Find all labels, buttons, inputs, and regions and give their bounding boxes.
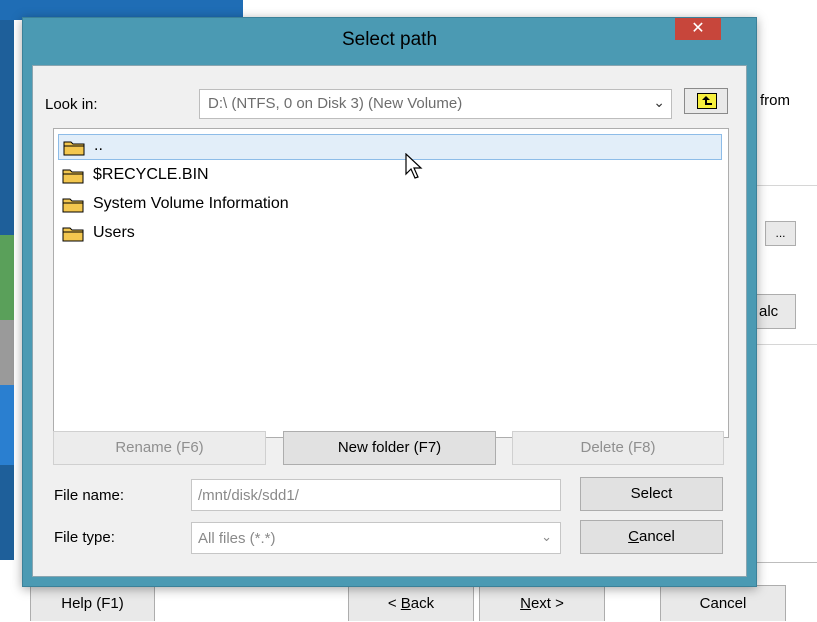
new-folder-button[interactable]: New folder (F7) — [283, 431, 496, 465]
cancel-button-accesskey: C — [628, 528, 639, 545]
folder-icon — [62, 198, 84, 213]
file-name: System Volume Information — [93, 195, 289, 212]
wizard-cancel-label: Cancel — [699, 595, 747, 612]
file-name: Users — [93, 224, 135, 241]
file-row-recycle-bin[interactable]: $RECYCLE.BIN — [58, 163, 722, 189]
back-button-accesskey: B — [400, 595, 411, 612]
next-button[interactable]: Next > — [479, 585, 605, 621]
select-button-label: Select — [630, 485, 673, 502]
background-from-text: from — [760, 92, 790, 109]
background-side-artwork — [0, 20, 14, 560]
file-row-users[interactable]: Users — [58, 221, 722, 247]
file-list[interactable]: .. $RECYCLE.BIN System Volume Informatio… — [53, 128, 729, 438]
rename-button-label: Rename (F6) — [115, 439, 204, 456]
close-icon: ✕ — [691, 20, 705, 37]
file-name-input[interactable]: /mnt/disk/sdd1/ — [191, 479, 561, 511]
help-button[interactable]: Help (F1) — [30, 585, 155, 621]
help-button-label: Help (F1) — [61, 595, 124, 612]
mouse-pointer-icon — [405, 153, 423, 179]
next-button-accesskey: N — [520, 595, 531, 612]
rename-button[interactable]: Rename (F6) — [53, 431, 266, 465]
folder-icon — [62, 169, 84, 184]
delete-button[interactable]: Delete (F8) — [512, 431, 724, 465]
file-type-value: All files (*.*) — [198, 530, 276, 547]
back-button[interactable]: < Back — [348, 585, 474, 621]
look-in-dropdown[interactable]: D:\ (NTFS, 0 on Disk 3) (New Volume) ⌄ — [199, 89, 672, 119]
file-name-value: /mnt/disk/sdd1/ — [198, 487, 299, 504]
dialog-titlebar[interactable]: Select path ✕ — [23, 18, 756, 64]
close-button[interactable]: ✕ — [675, 18, 721, 40]
cancel-button-label: ancel — [638, 528, 675, 545]
select-path-dialog: Select path ✕ Look in: D:\ (NTFS, 0 on D… — [22, 17, 757, 587]
background-divider — [756, 562, 817, 563]
up-folder-button[interactable] — [684, 88, 728, 114]
new-folder-button-label: New folder (F7) — [337, 439, 442, 456]
up-folder-icon — [697, 93, 717, 109]
delete-button-label: Delete (F8) — [580, 439, 656, 456]
file-type-dropdown[interactable]: All files (*.*) ⌄ — [191, 522, 561, 554]
back-button-label: ack — [410, 595, 435, 612]
file-row-parent[interactable]: .. — [58, 134, 722, 160]
file-row-system-volume-information[interactable]: System Volume Information — [58, 192, 722, 218]
chevron-down-icon: ⌄ — [541, 529, 552, 544]
look-in-label: Look in: — [45, 96, 98, 113]
file-type-label: File type: — [54, 529, 115, 546]
background-browse-button[interactable]: ... — [765, 221, 796, 246]
folder-icon — [63, 141, 85, 156]
background-calc-button[interactable]: alc — [756, 294, 796, 329]
next-button-label: ext > — [530, 595, 564, 612]
file-name-label: File name: — [54, 487, 125, 504]
cancel-button[interactable]: Cancel — [580, 520, 723, 554]
file-name: $RECYCLE.BIN — [93, 166, 209, 183]
look-in-value: D:\ (NTFS, 0 on Disk 3) (New Volume) — [208, 95, 463, 112]
dialog-title: Select path — [341, 29, 438, 50]
folder-icon — [62, 227, 84, 242]
select-button[interactable]: Select — [580, 477, 723, 511]
back-button-prefix: < — [387, 595, 401, 612]
chevron-down-icon: ⌄ — [653, 94, 665, 110]
file-name: .. — [94, 137, 103, 154]
wizard-cancel-button[interactable]: Cancel — [660, 585, 786, 621]
